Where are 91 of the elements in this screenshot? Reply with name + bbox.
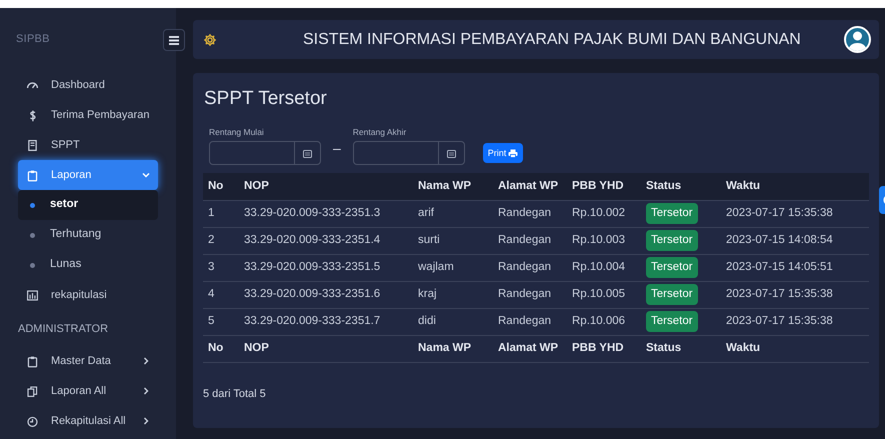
nav-item[interactable]: rekapitulasi [18,280,158,310]
table-cell: Rp.10.005 [567,281,641,308]
column-header: Alamat WP [493,173,567,200]
table-cell: Randegan [493,308,567,336]
printer-icon [508,148,518,158]
nav-subitem[interactable]: Lunas [18,250,158,280]
table-cell: 1 [203,200,239,228]
copy-icon [26,384,39,398]
table-cell: 33.29-020.009-333-2351.5 [239,254,413,282]
calendar-icon[interactable] [303,148,312,158]
table-cell: 2023-07-17 15:35:38 [721,281,869,308]
column-header: Status [641,173,721,200]
table-cell: Randegan [493,200,567,228]
date-field[interactable] [209,141,321,166]
column-header: Nama WP [413,173,493,200]
chevron-right-icon [142,417,150,425]
app-title: SISTEM INFORMASI PEMBAYARAN PAJAK BUMI DAN BANGUNAN [303,30,801,50]
table-cell: wajlam [413,254,493,282]
nav-subitem[interactable]: setor [18,190,158,220]
document-icon [26,138,39,152]
column-header: No [203,335,239,362]
clipboard-icon [26,168,39,182]
table-cell: 2023-07-17 15:35:38 [721,200,869,228]
chevron-right-icon [142,387,150,395]
table-cell: surti [413,227,493,254]
table-cell: didi [413,308,493,336]
date-field[interactable] [352,141,465,166]
table-cell: Rp.10.004 [567,254,641,282]
column-header: Alamat WP [493,335,567,362]
column-header: Waktu [721,173,869,200]
field-label: Rentang Mulai [209,126,265,138]
table-cell: Randegan [493,281,567,308]
chart-icon [26,288,39,302]
nav-item[interactable]: Terima Pembayaran [18,100,158,130]
table-cell: arif [413,200,493,228]
table-cell: 33.29-020.009-333-2351.4 [239,227,413,254]
table-cell: 33.29-020.009-333-2351.3 [239,200,413,228]
avatar[interactable] [844,26,871,53]
bullet-icon [30,232,35,238]
calendar-icon[interactable] [446,148,456,158]
table-cell: Rp.10.003 [567,227,641,254]
nav-item[interactable]: SPPT [18,130,158,160]
column-header: Status [641,335,721,362]
nav-item[interactable]: Dashboard [18,70,158,100]
table-cell: kraj [413,281,493,308]
chevron-down-icon [142,171,150,179]
settings-icon[interactable] [203,32,217,46]
record-count: 5 dari Total 5 [203,386,267,402]
column-header: No [203,173,239,200]
table-cell: Randegan [493,227,567,254]
page-title: SPPT Tersetor [204,87,328,111]
menu-icon [169,36,179,44]
table-cell: 3 [203,254,239,282]
column-header: Nama WP [413,335,493,362]
status-badge: Tersetor [646,230,698,252]
menu-toggle-button[interactable] [163,29,185,51]
section-heading: ADMINISTRATOR [18,322,110,337]
clipboard-icon [26,354,39,368]
bullet-icon [30,262,35,268]
column-header: NOP [239,335,413,362]
table-cell: 2023-07-15 14:08:54 [721,227,869,254]
column-header: NOP [239,173,413,200]
brand-name: SIPBB [16,32,50,47]
range-separator: – [333,139,341,158]
status-badge: Tersetor [646,257,698,278]
table-cell: Randegan [493,254,567,282]
table-cell: 33.29-020.009-333-2351.7 [239,308,413,336]
chevron-right-icon [142,357,150,365]
table-cell: 5 [203,308,239,336]
table-cell: 4 [203,281,239,308]
table-cell: 2023-07-17 15:35:38 [721,308,869,336]
nav-subitem[interactable]: Terhutang [18,220,158,250]
nav-item[interactable]: Laporan All [18,376,158,406]
status-badge: Tersetor [646,311,698,332]
table-cell: 2023-07-15 14:05:51 [721,254,869,282]
nav-item[interactable]: Laporan [18,160,158,190]
print-button[interactable]: Print [482,143,524,164]
status-badge: Tersetor [646,284,698,306]
bullet-icon [30,202,35,208]
column-header: PBB YHD [567,173,641,200]
table-cell: 33.29-020.009-333-2351.6 [239,281,413,308]
table-cell: Rp.10.006 [567,308,641,336]
column-header: Waktu [721,335,869,362]
field-label: Rentang Akhir [352,126,408,138]
table-cell: Rp.10.002 [567,200,641,228]
nav-item[interactable]: Rekapitulasi All [18,406,158,436]
table-cell: 2 [203,227,239,254]
clock-icon [26,414,39,428]
nav-item[interactable]: Master Data [18,346,158,376]
column-header: PBB YHD [567,335,641,362]
status-badge: Tersetor [646,203,698,224]
